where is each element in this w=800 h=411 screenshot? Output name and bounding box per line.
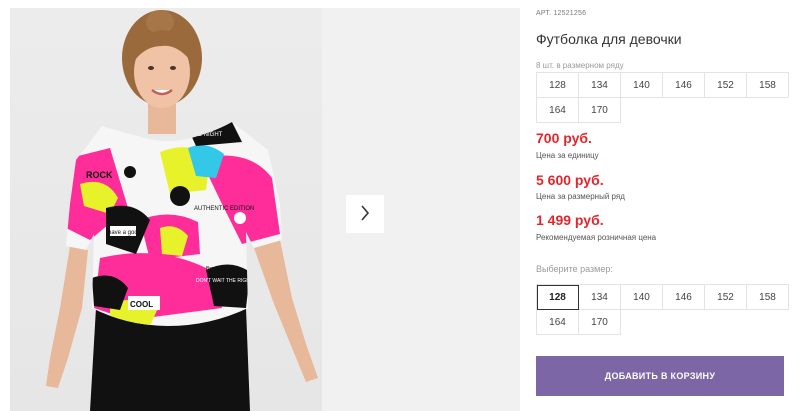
pack-size-grid: 128 134 140 146 152 158 164 170: [536, 72, 789, 123]
article-value: 12521256: [553, 10, 587, 17]
svg-text:COOL: COOL: [130, 300, 153, 309]
pack-size-cell: 170: [579, 98, 621, 123]
svg-text:ROCK: ROCK: [86, 170, 113, 180]
svg-text:have a good: have a good: [108, 230, 141, 236]
unit-price: 700 руб.: [536, 130, 592, 146]
add-to-cart-button[interactable]: ДОБАВИТЬ В КОРЗИНУ: [536, 356, 784, 396]
pack-size-cell: 164: [537, 98, 579, 123]
svg-text:Break the rules: Break the rules: [206, 266, 240, 272]
pack-price: 5 600 руб.: [536, 172, 604, 188]
svg-text:DON'T WAIT THE RIGHT TIME: DON'T WAIT THE RIGHT TIME: [196, 278, 267, 284]
next-image-button[interactable]: [346, 195, 384, 233]
product-gallery: THE NIGHT ROCK have a good AUTHENTIC EDI…: [0, 0, 520, 411]
size-option-140[interactable]: 140: [621, 285, 663, 310]
pack-size-note: 8 шт. в размерном ряду: [536, 61, 624, 70]
size-option-152[interactable]: 152: [705, 285, 747, 310]
unit-price-label: Цена за единицу: [536, 151, 599, 160]
chevron-right-icon: [360, 204, 370, 224]
retail-price: 1 499 руб.: [536, 212, 604, 228]
product-photo[interactable]: THE NIGHT ROCK have a good AUTHENTIC EDI…: [10, 8, 322, 411]
choose-size-label: Выберите размер:: [536, 264, 613, 274]
retail-price-label: Рекомендуемая розничная цена: [536, 233, 657, 242]
pack-size-cell: 134: [579, 73, 621, 98]
article-label: АРТ.: [536, 10, 552, 17]
svg-text:THE NIGHT: THE NIGHT: [190, 132, 223, 138]
size-option-134[interactable]: 134: [579, 285, 621, 310]
pack-price-label: Цена за размерный ряд: [536, 192, 625, 201]
pack-size-cell: 158: [747, 73, 789, 98]
pack-size-cell: 140: [621, 73, 663, 98]
article-number: АРТ. 12521256: [536, 10, 586, 17]
size-option-170[interactable]: 170: [579, 310, 621, 335]
size-option-128[interactable]: 128: [537, 285, 579, 310]
pack-size-cell: 152: [705, 73, 747, 98]
pack-size-cell: 128: [537, 73, 579, 98]
size-option-158[interactable]: 158: [747, 285, 789, 310]
svg-text:AUTHENTIC EDITION: AUTHENTIC EDITION: [194, 206, 254, 212]
size-option-164[interactable]: 164: [537, 310, 579, 335]
product-title: Футболка для девочки: [536, 31, 682, 47]
pack-size-cell: 146: [663, 73, 705, 98]
size-selector: 128 134 140 146 152 158 164 170: [536, 284, 789, 335]
girl-in-graffiti-tshirt-image: THE NIGHT ROCK have a good AUTHENTIC EDI…: [46, 10, 318, 411]
size-option-146[interactable]: 146: [663, 285, 705, 310]
